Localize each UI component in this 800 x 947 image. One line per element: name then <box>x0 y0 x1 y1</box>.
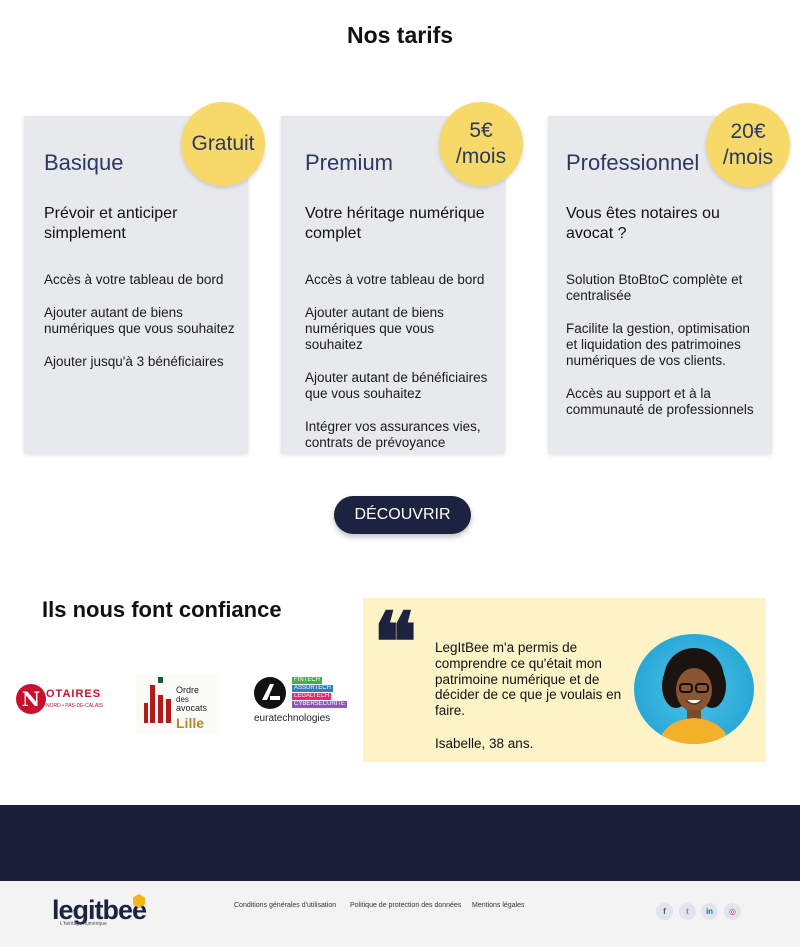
price-line: Gratuit <box>191 132 255 155</box>
discover-button[interactable]: DÉCOUVRIR <box>334 496 471 534</box>
pricing-title: Nos tarifs <box>346 22 454 48</box>
price-line: 20€ <box>730 120 766 143</box>
eura-name: euratechnologies <box>254 713 331 724</box>
feature-item: Ajouter autant de biens numériques que v… <box>305 305 444 352</box>
bee-hexagon-icon <box>133 894 145 908</box>
eura-tag: CYBERSÉCURITÉ <box>292 701 348 708</box>
feature-item: Intégrer vos assurances vies, contrats d… <box>305 419 481 450</box>
plan-name: Basique <box>44 150 124 175</box>
price-period: /mois <box>722 146 774 169</box>
eura-tag: LEGALTECH <box>292 693 332 700</box>
footer-link-cgu[interactable]: Conditions générales d'utilisation <box>234 902 336 909</box>
footer-link-privacy[interactable]: Politique de protection des données <box>350 902 461 909</box>
eura-emblem <box>254 677 286 709</box>
euratechnologies-logo[interactable]: FINTECH ASSURTECH LEGALTECH CYBERSÉCURIT… <box>253 676 348 726</box>
testimonial-avatar <box>634 634 754 744</box>
plan-name: Professionnel <box>566 150 700 175</box>
plan-subtitle: Prévoir et anticiper simplement <box>44 205 178 242</box>
feature-item: Accès à votre tableau de bord <box>305 272 485 287</box>
avocats-line3: avocats <box>176 703 208 713</box>
page: Nos tarifs Basique Prévoir et anticiper … <box>0 0 800 947</box>
feature-item: Ajouter jusqu'à 3 bénéficiaires <box>44 354 224 369</box>
quote-icon: ❝ <box>373 595 418 691</box>
plan-features: Accès à votre tableau de bord Ajouter au… <box>305 272 493 468</box>
plan-name: Premium <box>305 150 394 175</box>
feature-item: Ajouter autant de bénéficiaires que vous… <box>305 370 488 401</box>
testimonial-quote: LegItBee m'a permis de comprendre ce qu'… <box>435 640 622 719</box>
plan-subtitle: Votre héritage numérique complet <box>305 205 485 242</box>
instagram-icon[interactable]: ◎ <box>724 903 741 920</box>
testimonial-author: Isabelle, 38 ans. <box>435 736 534 751</box>
price-badge-professionnel: 20€ /mois <box>706 103 790 187</box>
trust-title: Ils nous font confiance <box>42 597 282 622</box>
eura-tag: ASSURTECH <box>292 685 333 692</box>
feature-item: Ajouter autant de biens numériques que v… <box>44 305 235 336</box>
price-period: /mois <box>455 145 507 168</box>
notaires-logo[interactable]: N OTAIRES NORD • PAS-DE-CALAIS <box>15 683 103 719</box>
feature-item: Accès à votre tableau de bord <box>44 272 224 287</box>
facebook-icon[interactable]: f <box>656 903 673 920</box>
plan-subtitle: Vous êtes notaires ou avocat ? <box>566 205 720 242</box>
footer: legitbee L'héritage numérique Conditions… <box>0 881 800 947</box>
footer-link-legal[interactable]: Mentions légales <box>472 902 525 909</box>
person-illustration <box>658 648 730 744</box>
plan-features: Solution BtoBtoC complète et centralisée… <box>566 272 760 435</box>
avocats-lille-logo[interactable]: Ordre des avocats Lille <box>136 673 218 735</box>
testimonial-card: ❝ LegItBee m'a permis de comprendre ce q… <box>363 598 766 762</box>
notaires-name: OTAIRES <box>46 688 102 700</box>
linkedin-icon[interactable]: in <box>701 903 718 920</box>
notaires-region: NORD • PAS-DE-CALAIS <box>46 703 103 709</box>
feature-item: Solution BtoBtoC complète et centralisée <box>566 272 743 303</box>
eura-tag: FINTECH <box>292 677 322 684</box>
avocats-line1: Ordre <box>176 685 200 695</box>
feature-item: Accès au support et à la communauté de p… <box>566 386 754 417</box>
price-badge-basique: Gratuit <box>181 102 265 186</box>
brand-tagline: L'héritage numérique <box>60 921 107 927</box>
price-badge-premium: 5€ /mois <box>439 102 523 186</box>
svg-text:N: N <box>22 687 40 711</box>
dark-band <box>0 805 800 881</box>
plan-features: Accès à votre tableau de bord Ajouter au… <box>44 272 236 387</box>
twitter-icon[interactable]: t <box>679 903 696 920</box>
avocats-city: Lille <box>176 715 205 731</box>
feature-item: Facilite la gestion, optimisation et liq… <box>566 321 750 368</box>
price-line: 5€ <box>469 119 493 142</box>
